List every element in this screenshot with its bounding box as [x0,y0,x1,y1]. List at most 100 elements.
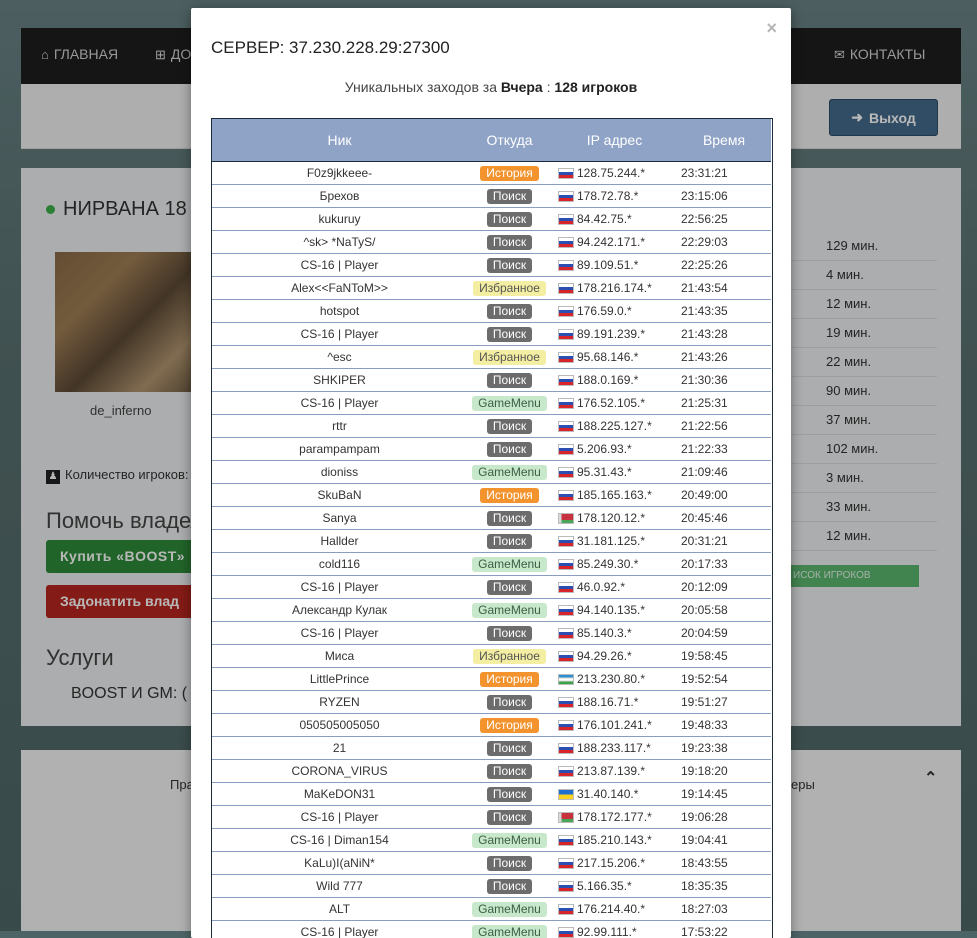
stats-period: Вчера [501,79,543,95]
ip-cell: 178.172.177.* [552,806,677,829]
source-badge: GameMenu [472,557,547,572]
source-cell: История [467,668,552,691]
country-flag-icon [558,651,574,662]
ip-address: 31.181.125.* [577,534,645,548]
player-nick: CS-16 | Diman154 [212,829,467,852]
ip-address: 92.99.111.* [577,925,637,938]
ip-address: 128.75.244.* [577,166,645,180]
table-row: CS-16 | PlayerGameMenu92.99.111.*17:53:2… [212,921,771,938]
visits-table: Ник Откуда IP адрес Время F0z9jkkeee- Ист… [212,119,771,938]
visit-time: 21:43:28 [677,323,771,346]
visit-time: 19:04:41 [677,829,771,852]
source-badge: Избранное [473,649,546,664]
source-badge: Поиск [487,327,532,342]
close-icon[interactable]: × [766,18,777,39]
table-row: RYZEN Поиск 188.16.71.*19:51:27 [212,691,771,714]
ip-address: 89.109.51.* [577,258,638,272]
source-cell: GameMenu [467,599,552,622]
source-cell: Поиск [467,530,552,553]
ip-address: 95.68.146.* [577,350,638,364]
visit-time: 18:27:03 [677,898,771,921]
column-header-ip[interactable]: IP адрес [552,119,677,162]
country-flag-icon [558,467,574,478]
table-row: Александр КулакGameMenu94.140.135.*20:05… [212,599,771,622]
column-header-time[interactable]: Время [677,119,771,162]
player-nick: ^esc [212,346,467,369]
player-nick: Alex<<FaNToM>> [212,277,467,300]
ip-cell: 178.120.12.* [552,507,677,530]
source-badge: Поиск [487,856,532,871]
country-flag-icon [558,697,574,708]
ip-address: 178.120.12.* [577,511,645,525]
player-nick: Wild 777 [212,875,467,898]
source-badge: Поиск [487,373,532,388]
ip-address: 84.42.75.* [577,212,632,226]
player-nick: CS-16 | Player [212,806,467,829]
ip-cell: 176.101.241.* [552,714,677,737]
visit-time: 21:43:54 [677,277,771,300]
ip-cell: 31.40.140.* [552,783,677,806]
player-nick: 21 [212,737,467,760]
stats-count: 128 игроков [554,79,637,95]
player-nick: F0z9jkkeee- [212,162,467,185]
visit-time: 19:48:33 [677,714,771,737]
player-nick: SkuBaN [212,484,467,507]
source-badge: GameMenu [472,603,547,618]
stats-separator: : [543,79,555,95]
source-badge: Поиск [487,695,532,710]
ip-cell: 188.233.117.* [552,737,677,760]
ip-cell: 188.16.71.* [552,691,677,714]
visit-time: 19:18:20 [677,760,771,783]
player-nick: CS-16 | Player [212,392,467,415]
table-row: 21Поиск188.233.117.*19:23:38 [212,737,771,760]
player-nick: hotspot [212,300,467,323]
visit-time: 19:06:28 [677,806,771,829]
country-flag-icon [558,168,574,179]
column-header-nick[interactable]: Ник [212,119,467,162]
source-cell: Поиск [467,806,552,829]
visit-time: 20:49:00 [677,484,771,507]
column-header-from[interactable]: Откуда [467,119,552,162]
player-nick: rttr [212,415,467,438]
table-row: 050505005050История176.101.241.*19:48:33 [212,714,771,737]
table-row: HallderПоиск31.181.125.*20:31:21 [212,530,771,553]
player-nick: CORONA_VIRUS [212,760,467,783]
player-nick: Брехов [212,185,467,208]
source-badge: Поиск [487,442,532,457]
ip-address: 176.52.105.* [577,396,645,410]
server-visits-modal: × СЕРВЕР: 37.230.228.29:27300 Уникальных… [191,8,791,938]
ip-address: 89.191.239.* [577,327,645,341]
ip-address: 85.140.3.* [577,626,632,640]
ip-cell: 217.15.206.* [552,852,677,875]
player-nick: RYZEN [212,691,467,714]
table-row: F0z9jkkeee-История128.75.244.*23:31:21 [212,162,771,185]
table-row: KaLu)I(aNiN*Поиск217.15.206.*18:43:55 [212,852,771,875]
player-nick: LittlePrince [212,668,467,691]
visit-time: 23:31:21 [677,162,771,185]
ip-address: 94.242.171.* [577,235,645,249]
visit-time: 19:51:27 [677,691,771,714]
source-badge: История [480,672,539,687]
ip-cell: 185.210.143.* [552,829,677,852]
table-row: CS-16 | PlayerПоиск89.191.239.*21:43:28 [212,323,771,346]
source-badge: Поиск [487,534,532,549]
visit-time: 21:30:36 [677,369,771,392]
ip-address: 176.101.241.* [577,718,652,732]
source-badge: Поиск [487,258,532,273]
ip-address: 176.59.0.* [577,304,632,318]
country-flag-icon [558,927,574,938]
country-flag-icon [558,421,574,432]
table-row: hotspotПоиск176.59.0.*21:43:35 [212,300,771,323]
visit-time: 21:09:46 [677,461,771,484]
ip-cell: 213.230.80.* [552,668,677,691]
source-badge: GameMenu [472,925,547,938]
visit-time: 22:25:26 [677,254,771,277]
ip-cell: 5.166.35.* [552,875,677,898]
table-row: CS-16 | PlayerGameMenu176.52.105.*21:25:… [212,392,771,415]
ip-cell: 95.68.146.* [552,346,677,369]
source-cell: Поиск [467,231,552,254]
visit-time: 23:15:06 [677,185,771,208]
source-badge: Поиск [487,879,532,894]
country-flag-icon [558,812,574,823]
source-badge: Поиск [487,212,532,227]
